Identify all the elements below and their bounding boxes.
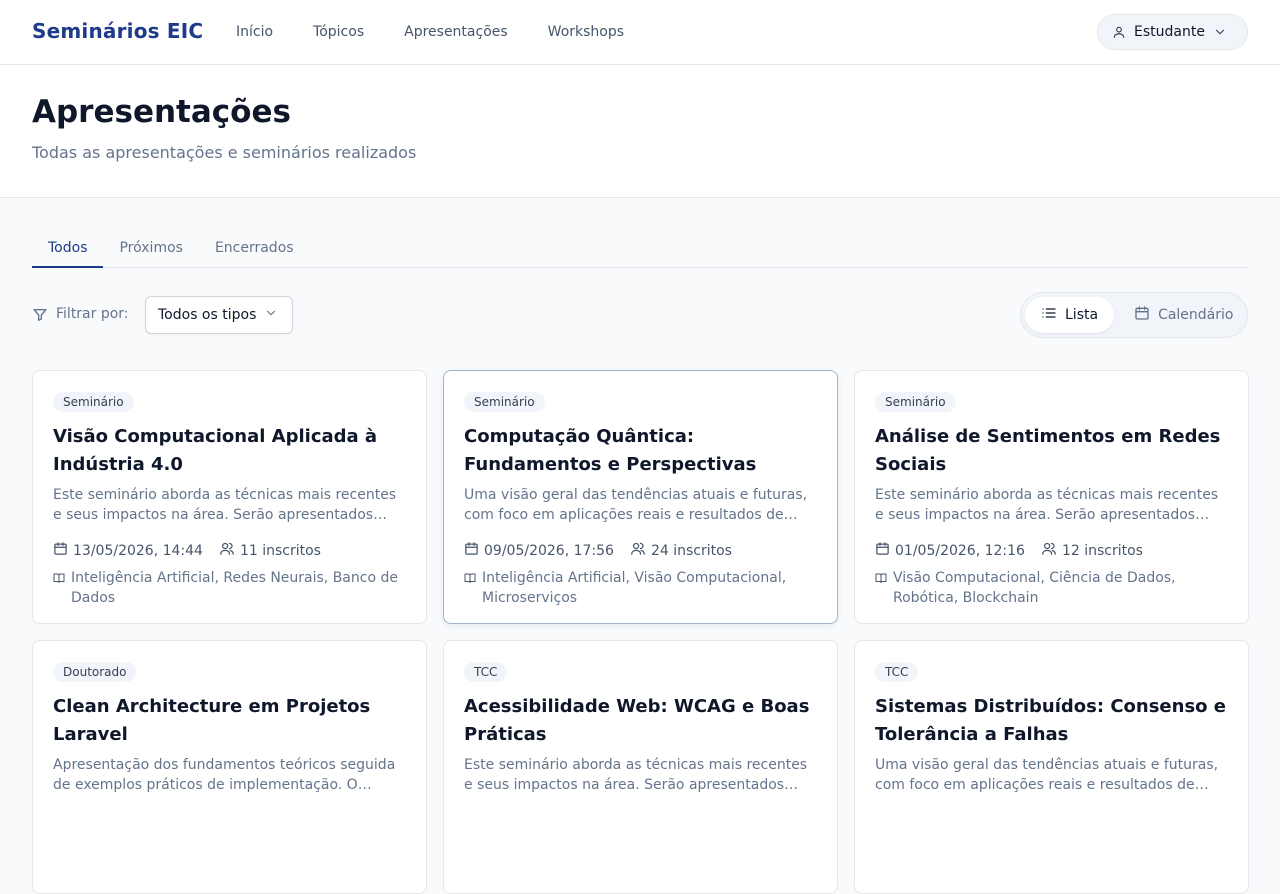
- card-enrolled-count: 12 inscritos: [1061, 542, 1143, 559]
- card-title: Sistemas Distribuídos: Consenso e Tolerâ…: [875, 696, 1226, 745]
- book-icon: [875, 568, 887, 590]
- card-description: Uma visão geral das tendências atuais e …: [875, 757, 1219, 793]
- nav-link-apresentacoes[interactable]: Apresentações: [384, 24, 528, 40]
- chevron-down-icon: [1213, 25, 1227, 39]
- presentation-card[interactable]: TCC Acessibilidade Web: WCAG e Boas Prát…: [443, 640, 838, 894]
- users-icon: [1041, 541, 1057, 560]
- filter-icon: [32, 307, 48, 327]
- main-nav: Início Tópicos Apresentações Workshops: [216, 0, 644, 64]
- calendar-icon: [875, 541, 890, 560]
- user-menu-label: Estudante: [1134, 24, 1205, 40]
- card-enrolled: 12 inscritos: [1041, 541, 1143, 560]
- card-enrolled-count: 24 inscritos: [650, 542, 732, 559]
- view-list-label: Lista: [1065, 307, 1099, 323]
- card-description: Uma visão geral das tendências atuais e …: [464, 487, 808, 523]
- card-datetime: 09/05/2026, 17:56: [484, 542, 614, 559]
- chevron-down-icon: [264, 306, 278, 324]
- type-badge: Seminário: [53, 392, 134, 412]
- type-filter-value: Todos os tipos: [158, 307, 257, 323]
- nav-link-workshops[interactable]: Workshops: [528, 24, 644, 40]
- card-date: 09/05/2026, 17:56: [464, 541, 614, 560]
- nav-link-topicos[interactable]: Tópicos: [293, 24, 384, 40]
- book-icon: [464, 568, 476, 590]
- brand-logo[interactable]: Seminários EIC: [32, 19, 203, 43]
- card-description: Apresentação dos fundamentos teóricos se…: [53, 757, 396, 793]
- presentation-card[interactable]: TCC Sistemas Distribuídos: Consenso e To…: [854, 640, 1249, 894]
- card-topics-text: Inteligência Artificial, Visão Computaci…: [482, 570, 787, 606]
- presentation-card[interactable]: Seminário Análise de Sentimentos em Rede…: [854, 370, 1249, 624]
- view-calendar-button[interactable]: Calendário: [1118, 297, 1249, 333]
- type-filter-select[interactable]: Todos os tipos: [145, 296, 293, 334]
- user-menu-button[interactable]: Estudante: [1097, 14, 1248, 50]
- card-topics: Inteligência Artificial, Visão Computaci…: [464, 568, 817, 608]
- tab-bar: Todos Próximos Encerrados: [32, 230, 1248, 268]
- card-enrolled: 24 inscritos: [630, 541, 732, 560]
- card-title: Visão Computacional Aplicada à Indústria…: [53, 426, 378, 475]
- page-header: Apresentações Todas as apresentações e s…: [0, 65, 1280, 198]
- card-title: Computação Quântica: Fundamentos e Persp…: [464, 426, 757, 475]
- tab-todos[interactable]: Todos: [32, 230, 104, 268]
- card-datetime: 13/05/2026, 14:44: [73, 542, 203, 559]
- list-icon: [1041, 305, 1057, 325]
- page-subtitle: Todas as apresentações e seminários real…: [32, 143, 417, 162]
- users-icon: [630, 541, 646, 560]
- page-title: Apresentações: [32, 94, 291, 130]
- presentation-card[interactable]: Seminário Computação Quântica: Fundament…: [443, 370, 838, 624]
- nav-link-inicio[interactable]: Início: [216, 24, 293, 40]
- card-datetime: 01/05/2026, 12:16: [895, 542, 1025, 559]
- tab-proximos[interactable]: Próximos: [103, 230, 198, 268]
- card-description: Este seminário aborda as técnicas mais r…: [875, 487, 1219, 523]
- view-toggle: Lista Calendário: [1020, 292, 1248, 338]
- view-list-button[interactable]: Lista: [1025, 297, 1115, 333]
- card-topics-text: Visão Computacional, Ciência de Dados, R…: [893, 570, 1176, 606]
- tab-encerrados[interactable]: Encerrados: [199, 230, 310, 268]
- type-badge: TCC: [464, 662, 508, 682]
- presentation-card[interactable]: Doutorado Clean Architecture em Projetos…: [32, 640, 427, 894]
- type-badge: Seminário: [464, 392, 545, 412]
- calendar-icon: [53, 541, 68, 560]
- card-date: 13/05/2026, 14:44: [53, 541, 203, 560]
- type-badge: TCC: [875, 662, 919, 682]
- top-navigation: Seminários EIC Início Tópicos Apresentaç…: [0, 0, 1280, 65]
- calendar-icon: [1134, 305, 1150, 325]
- card-description: Este seminário aborda as técnicas mais r…: [464, 757, 808, 793]
- card-meta: 09/05/2026, 17:56 24 inscritos: [464, 541, 817, 560]
- users-icon: [219, 541, 235, 560]
- card-description: Este seminário aborda as técnicas mais r…: [53, 487, 397, 523]
- view-calendar-label: Calendário: [1158, 307, 1234, 323]
- type-badge: Seminário: [875, 392, 956, 412]
- book-icon: [53, 568, 65, 590]
- type-badge: Doutorado: [53, 662, 137, 682]
- calendar-icon: [464, 541, 479, 560]
- card-topics-text: Inteligência Artificial, Redes Neurais, …: [71, 570, 398, 606]
- card-title: Acessibilidade Web: WCAG e Boas Práticas: [464, 696, 810, 745]
- filter-label: Filtrar por:: [56, 306, 129, 322]
- card-meta: 01/05/2026, 12:16 12 inscritos: [875, 541, 1228, 560]
- user-icon: [1112, 25, 1126, 39]
- card-title: Clean Architecture em Projetos Laravel: [53, 696, 371, 745]
- card-title: Análise de Sentimentos em Redes Sociais: [875, 426, 1221, 475]
- card-date: 01/05/2026, 12:16: [875, 541, 1025, 560]
- presentation-card[interactable]: Seminário Visão Computacional Aplicada à…: [32, 370, 427, 624]
- card-enrolled-count: 11 inscritos: [239, 542, 321, 559]
- card-meta: 13/05/2026, 14:44 11 inscritos: [53, 541, 406, 560]
- card-topics: Inteligência Artificial, Redes Neurais, …: [53, 568, 406, 608]
- card-topics: Visão Computacional, Ciência de Dados, R…: [875, 568, 1228, 608]
- card-enrolled: 11 inscritos: [219, 541, 321, 560]
- presentations-grid: Seminário Visão Computacional Aplicada à…: [32, 370, 1249, 894]
